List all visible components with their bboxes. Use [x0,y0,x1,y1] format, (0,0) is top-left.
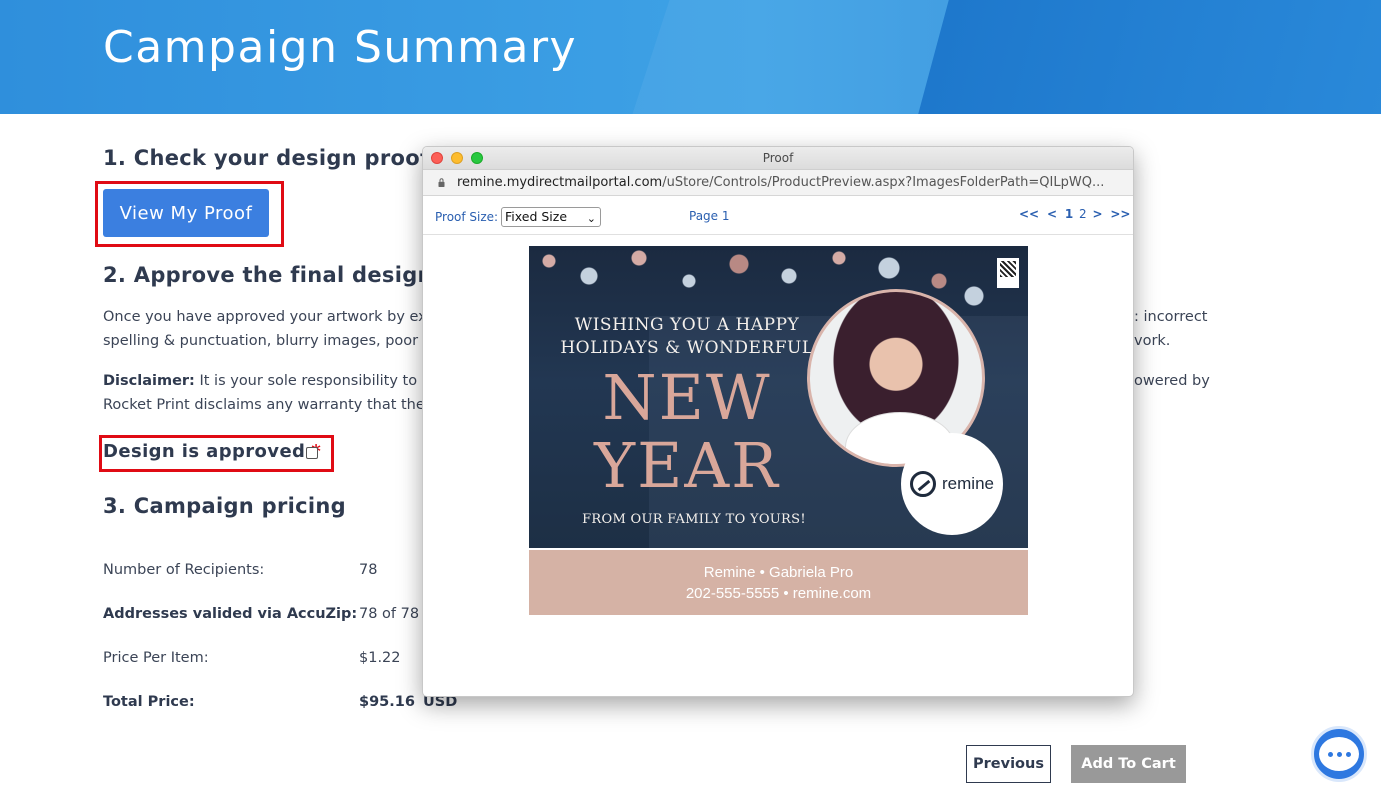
step2-heading: 2. Approve the final design [103,263,433,287]
page-link-1[interactable]: 1 [1065,207,1073,221]
proof-popup-window: Proof remine.mydirectmailportal.com/uSto… [422,146,1134,697]
add-to-cart-button[interactable]: Add To Cart [1071,745,1186,783]
page-indicator: Page 1 [689,209,730,223]
proof-size-label: Proof Size: [435,210,499,224]
url-host: remine.mydirectmailportal.com [457,175,663,190]
pager: << < 1 2 > >> [1019,207,1133,221]
remine-logo: remine [901,433,1003,535]
family-line: FROM OUR FAMILY TO YOURS! [582,512,806,527]
addresses-label: Addresses valided via AccuZip: [103,606,358,622]
chat-bubble-inner [1319,737,1359,771]
step1-heading: 1. Check your design proof [103,146,430,170]
qr-code [997,258,1019,288]
last-page-button[interactable]: >> [1110,207,1130,221]
prev-page-button[interactable]: < [1047,207,1057,221]
next-page-button[interactable]: > [1092,207,1102,221]
window-titlebar: Proof [423,147,1133,170]
url-path: /uStore/Controls/ProductPreview.aspx?Ima… [662,175,1105,190]
greeting-line2: HOLIDAYS & WONDERFUL [560,338,814,358]
recipients-value: 78 [359,562,378,578]
total-price-label: Total Price: [103,694,195,710]
postcard-front: WISHING YOU A HAPPY HOLIDAYS & WONDERFUL… [529,246,1028,548]
snowflake-decoration [529,246,1028,306]
design-approved-checkbox[interactable] [306,447,318,459]
remine-logo-text: remine [942,474,994,493]
header-banner: Campaign Summary [0,0,1381,114]
disclaimer-label: Disclaimer: [103,373,195,389]
proof-size-select[interactable]: Fixed Size ⌄ [501,207,601,227]
headline-word-year: YEAR [594,429,780,502]
first-page-button[interactable]: << [1019,207,1039,221]
approve-paragraph-line2: spelling & punctuation, blurry images, p… [103,333,423,349]
chat-dot [1336,751,1342,757]
window-title: Proof [762,151,794,165]
recipients-label: Number of Recipients: [103,562,265,578]
addresses-value: 78 of 78 [359,606,420,622]
address-bar[interactable]: remine.mydirectmailportal.com/uStore/Con… [423,170,1133,196]
chat-dot [1345,751,1351,757]
chat-icon[interactable] [1311,726,1367,782]
footer-line2: 202-555-5555 • remine.com [685,584,872,602]
postcard-preview: WISHING YOU A HAPPY HOLIDAYS & WONDERFUL… [529,246,1028,615]
footer-line1: Remine • Gabriela Pro [703,563,854,581]
banner-decoration [903,0,1381,114]
greeting-text: WISHING YOU A HAPPY HOLIDAYS & WONDERFUL [557,314,817,360]
proof-size-value: Fixed Size [505,209,568,224]
previous-button[interactable]: Previous [966,745,1051,783]
chat-dot [1327,751,1333,757]
remine-logo-icon [910,471,937,497]
view-my-proof-button[interactable]: View My Proof [103,189,269,237]
disclaimer-right1: owered by [1134,373,1210,389]
price-per-item-label: Price Per Item: [103,650,209,666]
chevron-down-icon: ⌄ [586,212,596,225]
lock-icon [438,178,445,187]
approve-paragraph-right2: vork. [1134,333,1171,349]
url-text: remine.mydirectmailportal.com/uStore/Con… [457,175,1104,190]
page-title: Campaign Summary [103,22,578,73]
total-price-value: $95.16 [359,694,415,710]
approve-paragraph-line1: Once you have approved your artwork by e… [103,309,423,325]
postcard-footer: Remine • Gabriela Pro 202-555-5555 • rem… [529,550,1028,615]
disclaimer-line1: Disclaimer: It is your sole responsibili… [103,369,423,393]
design-approved-label: Design is approved* [103,441,321,462]
qr-pattern [1000,261,1016,277]
greeting-line1: WISHING YOU A HAPPY [574,315,800,335]
proof-toolbar: Proof Size: Fixed Size ⌄ Page 1 << < 1 2 … [423,197,1133,235]
disclaimer-text: It is your sole responsibility to co [194,373,423,389]
approve-paragraph-right1: : incorrect [1134,309,1208,325]
price-per-item-value: $1.22 [359,650,401,666]
step3-heading: 3. Campaign pricing [103,494,346,518]
headline-word-new: NEW [602,361,772,434]
disclaimer-line2: Rocket Print disclaims any warranty that… [103,397,423,413]
design-approved-text: Design is approved [103,441,306,462]
page-link-2[interactable]: 2 [1079,207,1087,221]
